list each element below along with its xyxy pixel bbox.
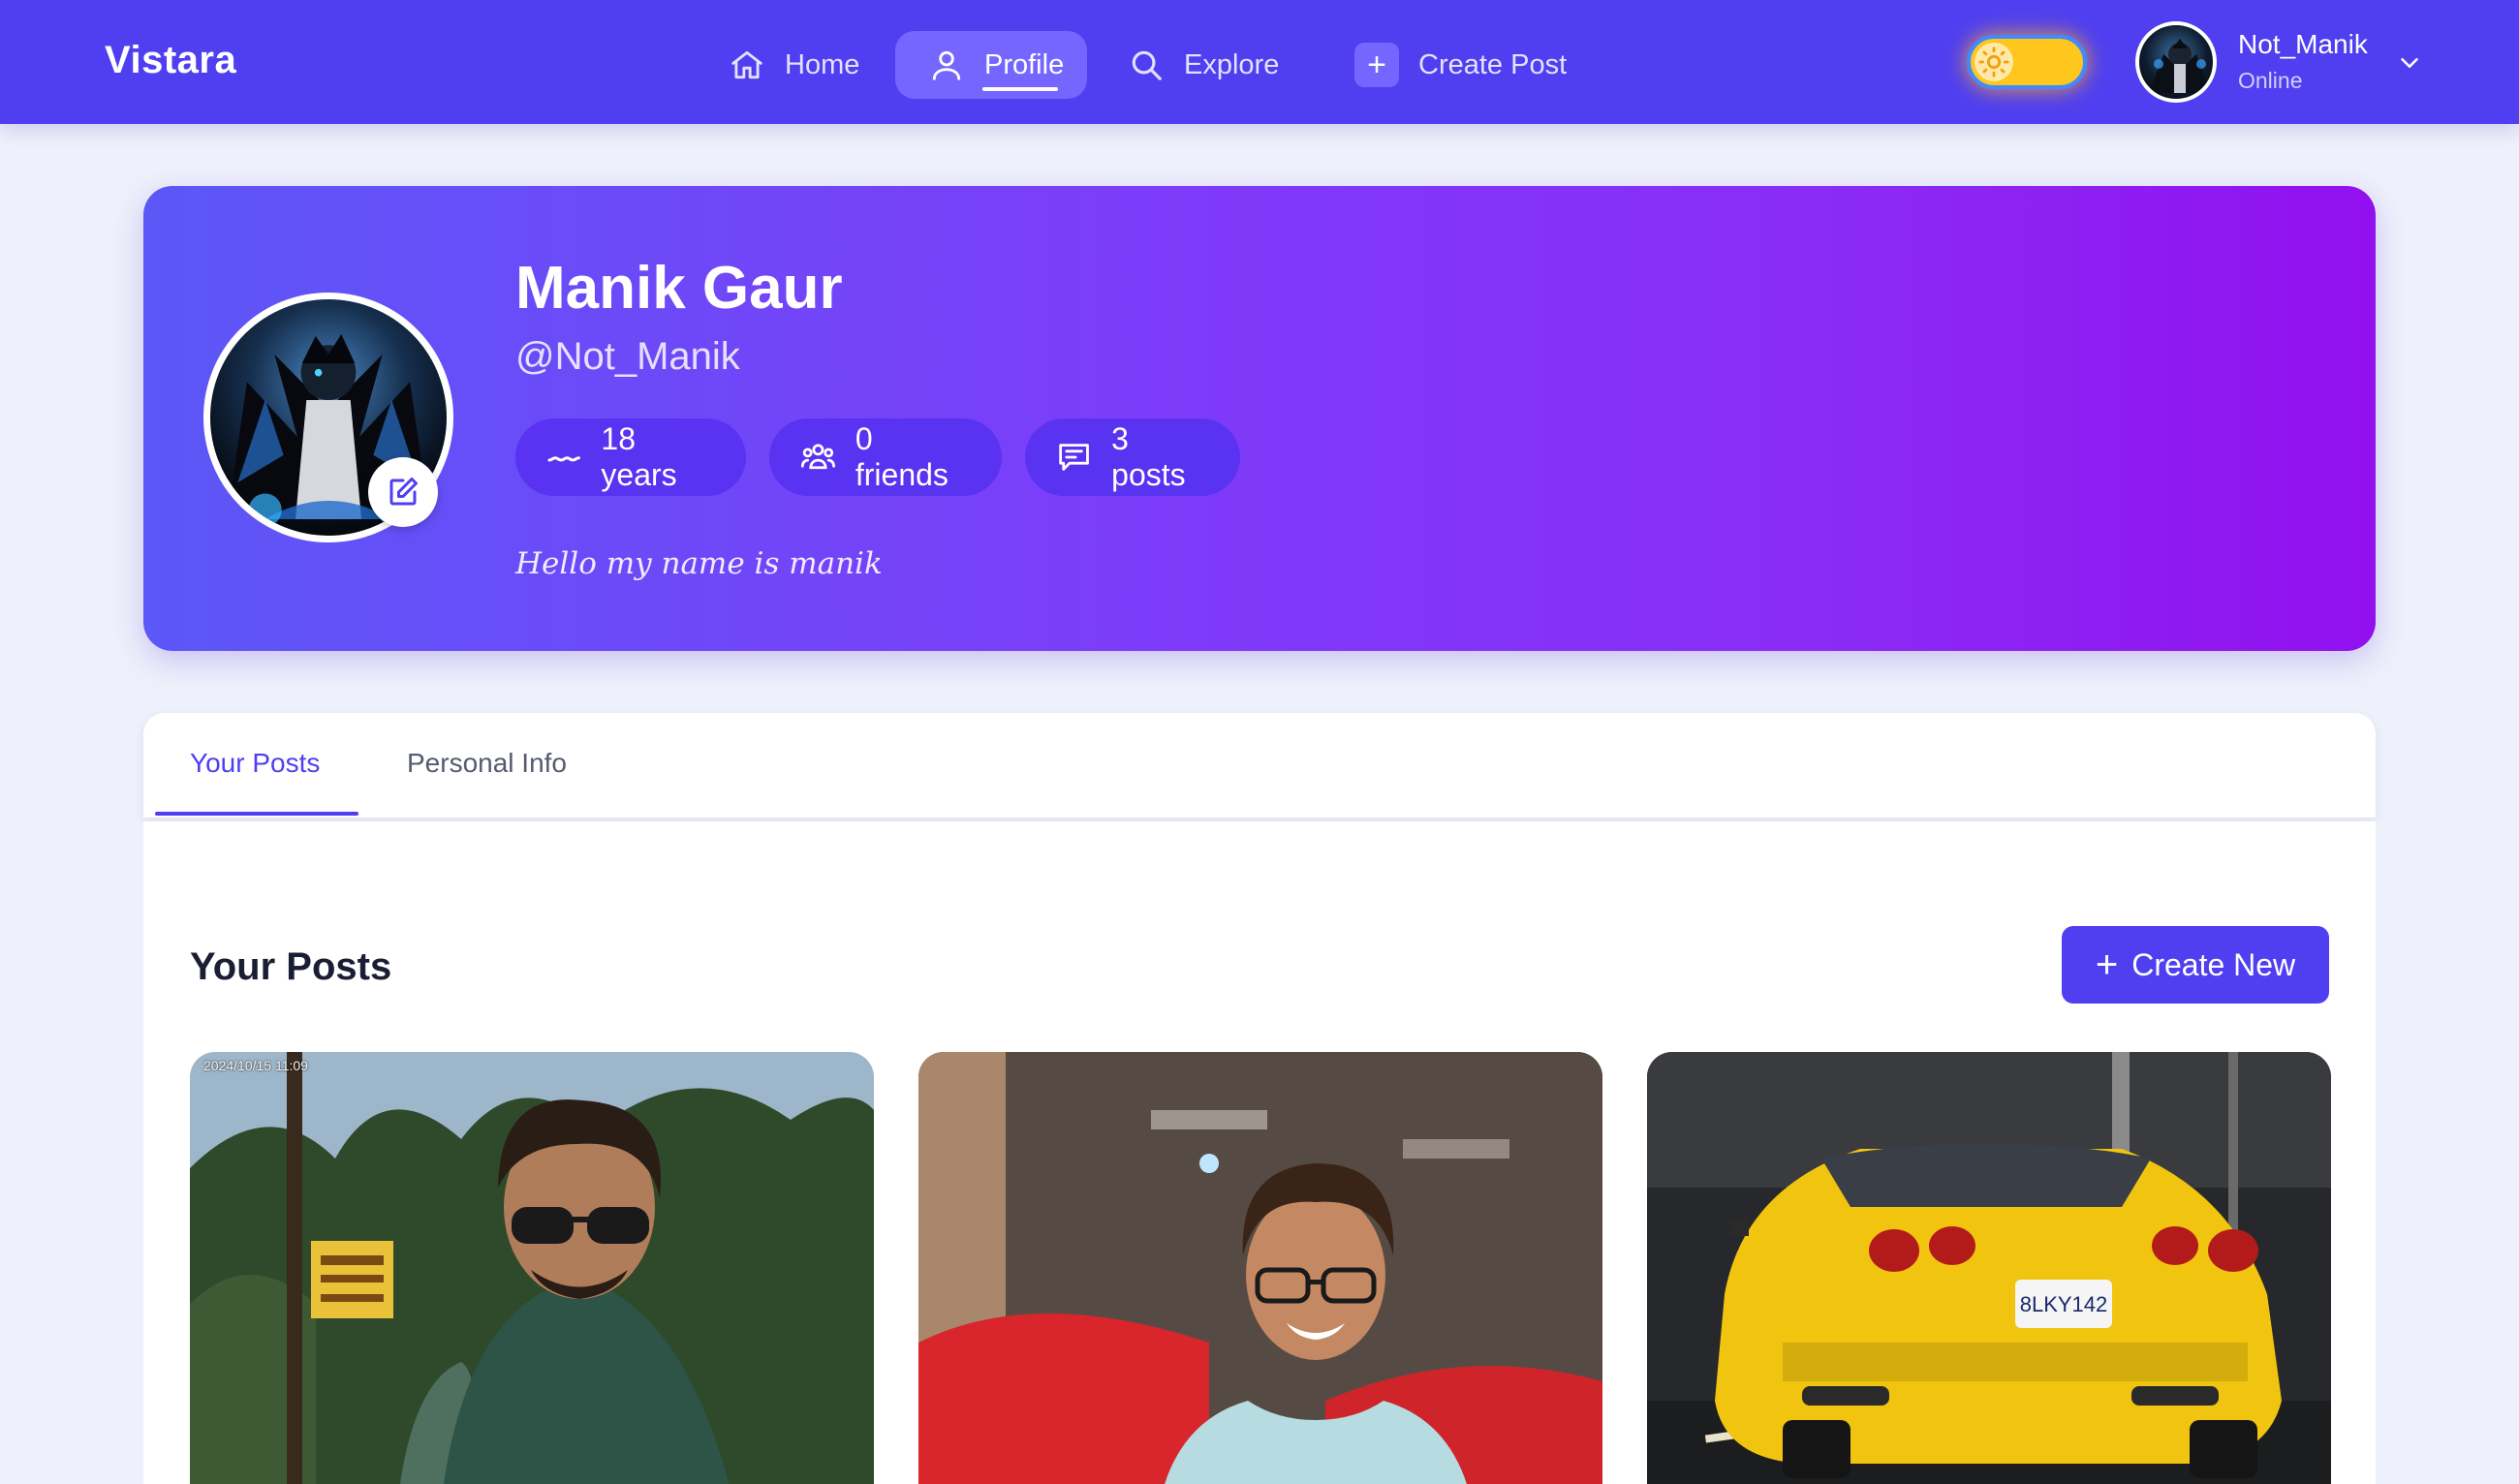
nav-profile-label: Profile xyxy=(984,48,1065,80)
license-plate: 8LKY142 xyxy=(2020,1292,2108,1316)
active-indicator xyxy=(982,87,1058,91)
brand-logo[interactable]: Vistara xyxy=(105,39,236,82)
create-new-label: Create New xyxy=(2131,946,2296,982)
edit-icon xyxy=(389,478,418,506)
user-menu[interactable]: Not_Manik Online xyxy=(2135,21,2426,103)
nav-explore-label: Explore xyxy=(1184,48,1280,80)
nav-home-label: Home xyxy=(785,48,860,80)
user-name: Not_Manik xyxy=(2238,29,2368,59)
nav-create-post-label: Create Post xyxy=(1418,48,1568,80)
create-new-button[interactable]: + Create New xyxy=(2062,926,2329,1004)
plus-icon: + xyxy=(1354,43,1399,87)
avatar xyxy=(2135,21,2217,103)
photo-timestamp: 2024/10/15 11:09 xyxy=(203,1058,308,1073)
users-icon xyxy=(800,444,835,470)
tab-your-posts[interactable]: Your Posts xyxy=(190,748,320,779)
profile-tabs: Your Posts Personal Info xyxy=(143,713,2376,818)
theme-toggle[interactable] xyxy=(1967,35,2087,89)
search-icon xyxy=(1132,50,1162,80)
top-navbar: Vistara Home Profile Explore + Create Po… xyxy=(0,0,2519,124)
post-image: 8LKY142 xyxy=(1647,1052,2331,1484)
edit-avatar-button[interactable] xyxy=(368,457,438,527)
profile-bio: Hello my name is manik xyxy=(515,546,883,581)
friends-count: 0 friends xyxy=(855,421,949,492)
posts-section-title: Your Posts xyxy=(190,945,392,988)
nav-profile[interactable]: Profile xyxy=(895,31,1087,99)
post-card[interactable]: 2024/10/15 11:09 xyxy=(190,1052,874,1484)
profile-hero: Manik Gaur @Not_Manik 18 years 0 friends… xyxy=(143,186,2376,651)
toggle-knob xyxy=(1975,43,2013,81)
tab-personal-info[interactable]: Personal Info xyxy=(407,748,567,779)
friends-badge[interactable]: 0 friends xyxy=(769,418,1002,496)
message-icon xyxy=(1059,444,1089,471)
posts-badge[interactable]: 3 posts xyxy=(1025,418,1240,496)
age-value: 18 years xyxy=(601,421,677,492)
post-card[interactable] xyxy=(918,1052,1602,1484)
posts-count: 3 posts xyxy=(1111,421,1186,492)
profile-handle: @Not_Manik xyxy=(515,335,740,378)
sun-icon xyxy=(1978,46,2009,77)
post-card[interactable]: 8LKY142 xyxy=(1647,1052,2331,1484)
home-icon xyxy=(731,50,762,79)
plus-icon: + xyxy=(2095,943,2119,986)
post-image xyxy=(918,1052,1602,1484)
user-status: Online xyxy=(2238,68,2303,93)
post-image xyxy=(190,1052,874,1484)
nav-home[interactable]: Home xyxy=(729,31,859,99)
user-icon xyxy=(932,50,961,80)
wave-icon xyxy=(547,456,580,462)
profile-name: Manik Gaur xyxy=(515,255,843,322)
active-tab-indicator xyxy=(155,812,358,816)
nav-create-post[interactable]: + Create Post xyxy=(1354,31,1567,99)
age-badge: 18 years xyxy=(515,418,746,496)
posts-panel: Your Posts + Create New 2024/10/15 11:09 xyxy=(143,821,2376,1484)
nav-explore[interactable]: Explore xyxy=(1128,31,1279,99)
chevron-down-icon[interactable] xyxy=(2395,48,2424,77)
